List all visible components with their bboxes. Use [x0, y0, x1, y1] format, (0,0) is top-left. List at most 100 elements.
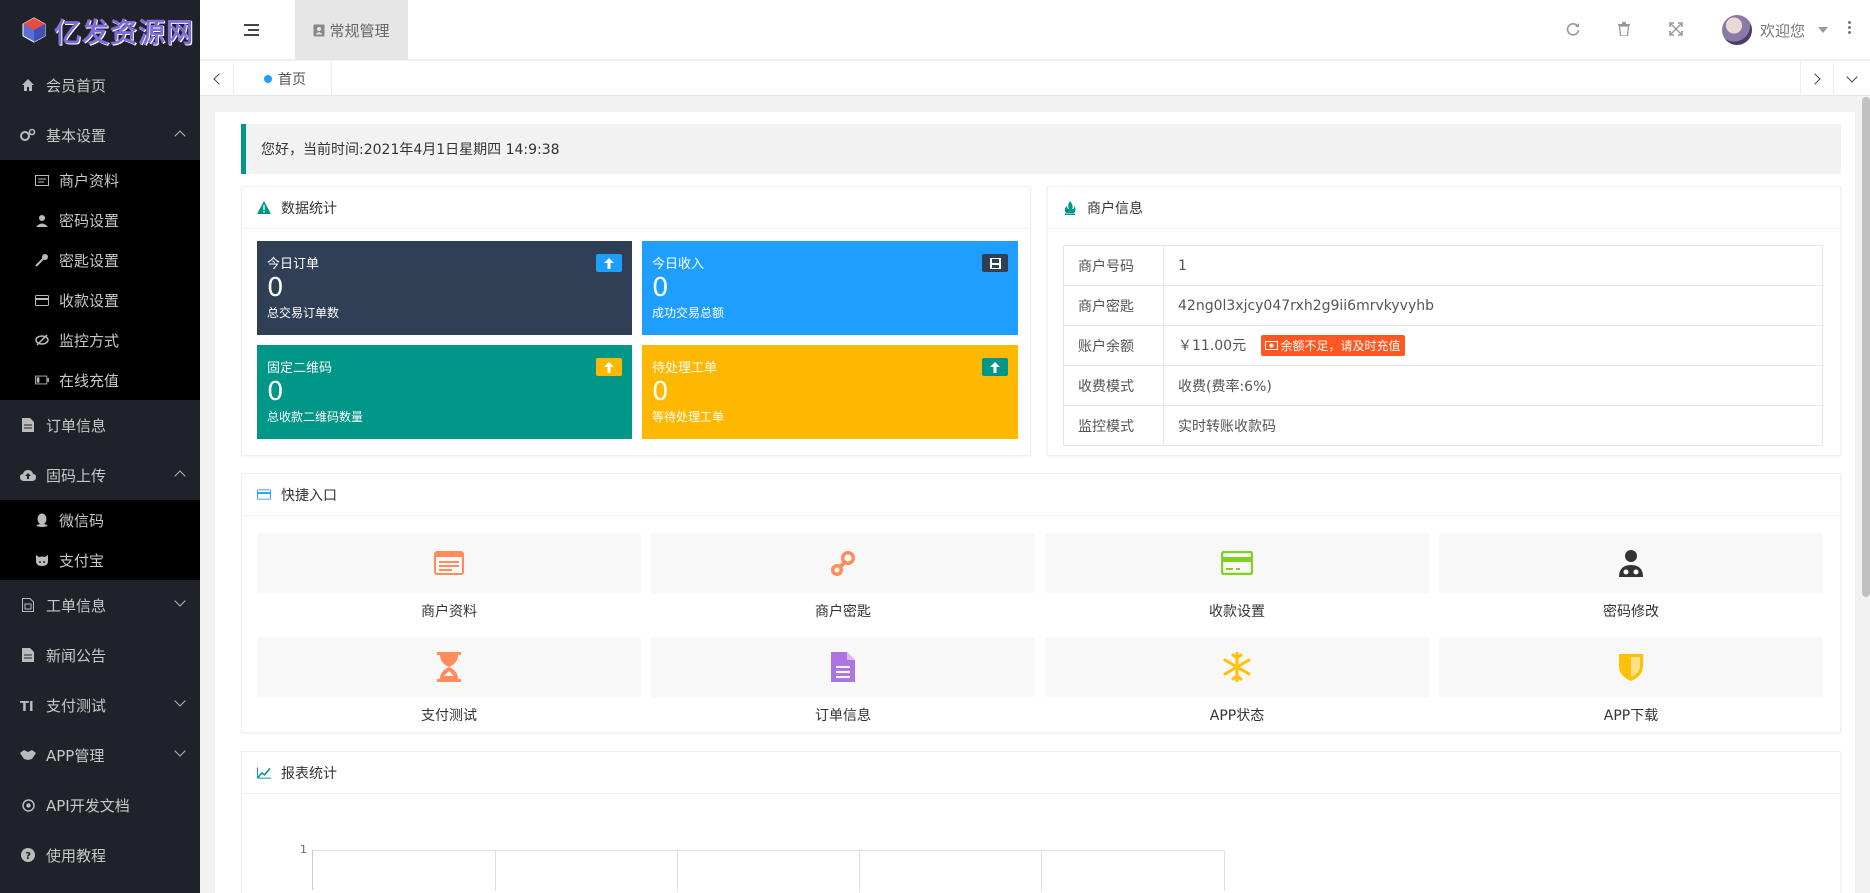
greeting-prefix: 您好，当前时间:	[261, 142, 364, 158]
user-secret-icon	[35, 213, 49, 227]
sidebar-item-monitor-method[interactable]: 监控方式	[0, 320, 200, 360]
warning-icon	[257, 201, 271, 215]
battery-icon	[35, 373, 49, 387]
arrow-up-icon	[596, 358, 622, 376]
welcome-text[interactable]: 欢迎您	[1760, 20, 1805, 41]
table-row: 商户密匙 42ng0l3xjcy047rxh2g9ii6mrvkyvyhb	[1063, 285, 1823, 326]
tab-scroll-left-button[interactable]	[200, 61, 234, 96]
more-vertical-icon[interactable]	[1848, 21, 1852, 37]
sidebar-item-alipay[interactable]: 支付宝	[0, 540, 200, 580]
grid-line	[677, 851, 678, 891]
sidebar-item-payment-settings[interactable]: 收款设置	[0, 280, 200, 320]
stat-value: 0	[267, 377, 284, 407]
refresh-icon[interactable]	[1565, 21, 1581, 37]
stat-today-orders[interactable]: 今日订单 0 总交易订单数	[257, 241, 632, 335]
user-md-icon	[1619, 550, 1643, 577]
balance-warning-text: 余额不足，请及时充值	[1280, 339, 1401, 354]
submenu-basic-settings: 商户资料 密码设置 密匙设置 收款设置 监控方式 在线充值	[0, 160, 200, 400]
stat-value: 0	[267, 273, 284, 303]
sidebar-item-order-info[interactable]: 订单信息	[0, 400, 200, 450]
sidebar-item-label: APP管理	[46, 746, 105, 765]
top-header: 常规管理 欢迎您	[200, 0, 1870, 60]
sidebar-item-fixed-code-upload[interactable]: 固码上传	[0, 450, 200, 500]
main-content: 您好，当前时间: 2021年4月1日星期四 14:9:38 数据统计 今日订单 0…	[215, 112, 1855, 893]
file-text-icon	[20, 417, 36, 433]
stat-desc: 成功交易总额	[652, 306, 725, 320]
tab-scroll-right-button[interactable]	[1800, 61, 1834, 96]
sidebar-item-password-settings[interactable]: 密码设置	[0, 200, 200, 240]
sidebar-item-merchant-profile[interactable]: 商户资料	[0, 160, 200, 200]
quick-entry-card: 快捷入口 商户资料 商户密匙 收款设置 密码修改 支付测试 订单信息 APP状态	[241, 473, 1841, 733]
quick-change-password[interactable]	[1439, 533, 1823, 593]
stat-fixed-qrcode[interactable]: 固定二维码 0 总收款二维码数量	[257, 345, 632, 439]
sidebar-item-tutorial[interactable]: ? 使用教程	[0, 830, 200, 880]
stat-pending-tickets[interactable]: 待处理工单 0 等待处理工单	[642, 345, 1018, 439]
quick-entry-title: 快捷入口	[281, 487, 337, 504]
sidebar-item-basic-settings[interactable]: 基本设置	[0, 110, 200, 160]
sidebar-item-news[interactable]: 新闻公告	[0, 630, 200, 680]
sidebar-item-label: 会员首页	[46, 76, 107, 95]
avatar[interactable]	[1722, 15, 1752, 45]
fullscreen-icon[interactable]	[1668, 21, 1684, 37]
quick-payment-settings[interactable]	[1045, 533, 1429, 593]
caret-down-icon[interactable]	[1818, 27, 1828, 33]
page-scrollbar[interactable]	[1862, 97, 1870, 597]
report-header: 报表统计	[242, 752, 1840, 794]
quick-merchant-profile[interactable]	[257, 533, 641, 593]
sidebar-item-key-settings[interactable]: 密匙设置	[0, 240, 200, 280]
stat-desc: 总交易订单数	[267, 306, 340, 320]
home-icon	[20, 77, 36, 93]
address-book-icon	[313, 24, 325, 36]
stat-value: 0	[652, 273, 669, 303]
active-dot-icon	[264, 74, 272, 83]
sidebar-item-label: 支付测试	[46, 696, 107, 715]
quick-label: 商户资料	[421, 604, 477, 620]
file-text-icon	[831, 652, 855, 682]
quick-merchant-key[interactable]	[651, 533, 1035, 593]
merchant-value: 1	[1163, 245, 1823, 286]
logo[interactable]: 亿发资源网	[0, 0, 200, 60]
sidebar-item-member-home[interactable]: 会员首页	[0, 60, 200, 110]
table-row: 监控模式 实时转账收款码	[1063, 405, 1823, 446]
stat-value: 0	[652, 377, 669, 407]
sidebar-item-label: 支付宝	[59, 551, 105, 570]
sidebar-item-label: 密码设置	[59, 211, 120, 230]
balance-warning-badge[interactable]: 余额不足，请及时充值	[1260, 335, 1405, 357]
sidebar-item-app-management[interactable]: APP管理	[0, 730, 200, 780]
quick-app-status[interactable]	[1045, 637, 1429, 697]
sidebar-item-online-recharge[interactable]: 在线充值	[0, 360, 200, 400]
sidebar-item-label: 固码上传	[46, 466, 107, 485]
data-stats-card: 数据统计 今日订单 0 总交易订单数 今日收入 0 成功交易总额 固定二维码 0…	[241, 186, 1031, 456]
line-chart-icon	[257, 766, 271, 780]
tab-home[interactable]: 首页	[234, 61, 332, 96]
chevron-up-icon	[174, 130, 186, 142]
merchant-info-header: 商户信息	[1048, 187, 1840, 229]
trash-icon[interactable]	[1616, 21, 1632, 37]
quick-app-download[interactable]	[1439, 637, 1823, 697]
tab-options-button[interactable]	[1835, 61, 1869, 96]
stat-label: 待处理工单	[652, 361, 718, 376]
submenu-fixed-code-upload: 微信码 支付宝	[0, 500, 200, 580]
sidebar-item-payment-test[interactable]: TI 支付测试	[0, 680, 200, 730]
grid-line	[1041, 851, 1042, 891]
credit-card-icon	[1221, 551, 1253, 575]
cube-logo-icon	[22, 17, 46, 43]
quick-label: 订单信息	[815, 708, 871, 724]
menu-toggle-icon[interactable]	[244, 24, 259, 36]
table-row: 账户余额 ￥11.00元 余额不足，请及时充值	[1063, 325, 1823, 366]
sidebar-item-label: 监控方式	[59, 331, 120, 350]
header-tab-general-management[interactable]: 常规管理	[295, 0, 408, 60]
quick-label: APP状态	[1209, 708, 1265, 724]
sidebar-item-ticket-info[interactable]: 工单信息	[0, 580, 200, 630]
sidebar-item-wechat-code[interactable]: 微信码	[0, 500, 200, 540]
money-icon	[1264, 341, 1278, 351]
quick-order-info[interactable]	[651, 637, 1035, 697]
question-circle-icon: ?	[20, 847, 36, 863]
arrow-up-icon	[982, 358, 1008, 376]
merchant-key: 监控模式	[1063, 405, 1164, 446]
merchant-key: 收费模式	[1063, 365, 1164, 406]
stat-today-income[interactable]: 今日收入 0 成功交易总额	[642, 241, 1018, 335]
quick-payment-test[interactable]	[257, 637, 641, 697]
quick-label: 商户密匙	[815, 604, 871, 620]
sidebar-item-api-docs[interactable]: API开发文档	[0, 780, 200, 830]
